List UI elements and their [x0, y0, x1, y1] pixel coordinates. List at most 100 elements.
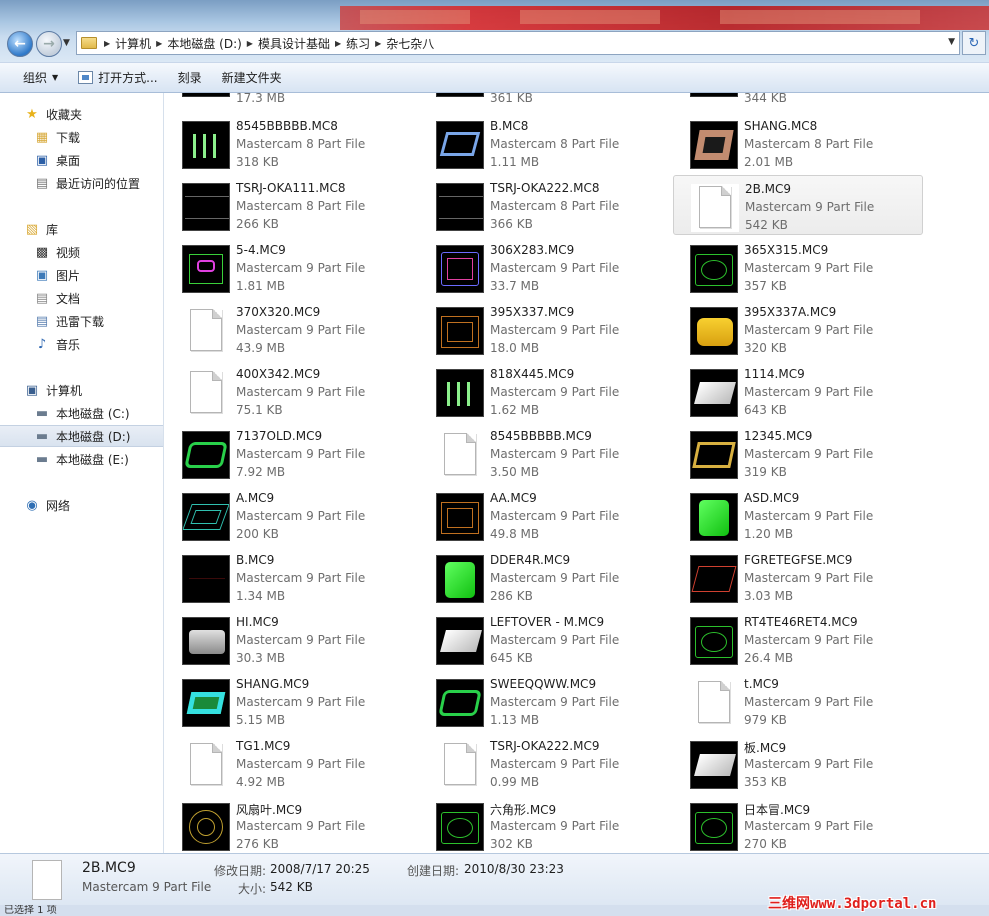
nav-drive-e[interactable]: ▬ 本地磁盘 (E:)	[0, 448, 163, 470]
nav-favorites[interactable]: ★ 收藏夹	[0, 103, 163, 125]
chevron-right-icon[interactable]: ▶	[156, 39, 162, 48]
nav-computer[interactable]: ▣ 计算机	[0, 379, 163, 401]
list-item[interactable]: 风扇叶.MC9 Mastercam 9 Part File 276 KB	[165, 795, 415, 853]
list-item[interactable]: B.MC8 Mastercam 8 Part File 1.11 MB	[419, 113, 669, 173]
breadcrumb-computer[interactable]: 计算机	[115, 35, 151, 52]
list-item[interactable]: TG1.MC9 Mastercam 9 Part File 4.92 MB	[165, 733, 415, 793]
breadcrumb-mold-design[interactable]: 模具设计基础	[258, 35, 330, 52]
list-item-partial[interactable]: 17.3 MB	[165, 93, 415, 107]
breadcrumb-drive-d[interactable]: 本地磁盘 (D:)	[167, 35, 241, 52]
list-item[interactable]: HI.MC9 Mastercam 9 Part File 30.3 MB	[165, 609, 415, 669]
open-with-button[interactable]: 打开方式...	[68, 66, 167, 90]
list-item[interactable]: A.MC9 Mastercam 9 Part File 200 KB	[165, 485, 415, 545]
chevron-down-icon: ▼	[52, 73, 59, 82]
list-item[interactable]: 818X445.MC9 Mastercam 9 Part File 1.62 MB	[419, 361, 669, 421]
list-item[interactable]: ASD.MC9 Mastercam 9 Part File 1.20 MB	[673, 485, 923, 545]
nav-thunder[interactable]: ▤ 迅雷下载	[0, 310, 163, 332]
list-item[interactable]: 板.MC9 Mastercam 9 Part File 353 KB	[673, 733, 923, 793]
file-type: Mastercam 9 Part File	[745, 200, 875, 214]
list-item[interactable]: RT4TE46RET4.MC9 Mastercam 9 Part File 26.4…	[673, 609, 923, 669]
list-item[interactable]: AA.MC9 Mastercam 9 Part File 49.8 MB	[419, 485, 669, 545]
list-item[interactable]: 370X320.MC9 Mastercam 9 Part File 43.9 MB	[165, 299, 415, 359]
file-name: SWEEQQWW.MC9	[490, 677, 597, 691]
nav-recent[interactable]: ▤ 最近访问的位置	[0, 172, 163, 194]
file-name: 395X337.MC9	[490, 305, 575, 319]
breadcrumb-practice[interactable]: 练习	[346, 35, 370, 52]
nav-videos[interactable]: ▩ 视频	[0, 241, 163, 263]
file-thumbnail	[690, 93, 738, 97]
file-size: 1.62 MB	[490, 403, 540, 417]
list-item[interactable]: 日本冒.MC9 Mastercam 9 Part File 270 KB	[673, 795, 923, 853]
address-bar[interactable]: ▶ 计算机 ▶ 本地磁盘 (D:) ▶ 模具设计基础 ▶ 练习 ▶ 杂七杂八 ▼	[76, 31, 960, 55]
file-size: 0.99 MB	[490, 775, 540, 789]
file-type: Mastercam 9 Part File	[744, 509, 874, 523]
nav-downloads[interactable]: ▦ 下载	[0, 126, 163, 148]
chevron-right-icon[interactable]: ▶	[104, 39, 110, 48]
nav-pictures[interactable]: ▣ 图片	[0, 264, 163, 286]
organize-button[interactable]: 组织 ▼	[13, 66, 68, 90]
file-thumbnail	[182, 493, 230, 541]
burn-button[interactable]: 刻录	[168, 66, 212, 90]
chevron-right-icon[interactable]: ▶	[375, 39, 381, 48]
file-type: Mastercam 8 Part File	[490, 137, 620, 151]
list-item[interactable]: 六角形.MC9 Mastercam 9 Part File 302 KB	[419, 795, 669, 853]
list-item[interactable]: 1114.MC9 Mastercam 9 Part File 643 KB	[673, 361, 923, 421]
refresh-button[interactable]: ↻	[962, 31, 986, 55]
nav-drive-d[interactable]: ▬ 本地磁盘 (D:)	[0, 425, 163, 447]
list-item[interactable]: SWEEQQWW.MC9 Mastercam 9 Part File 1.13 MB	[419, 671, 669, 731]
file-thumbnail	[182, 555, 230, 603]
back-button[interactable]: ←	[7, 31, 33, 57]
list-item[interactable]: 2B.MC9 Mastercam 9 Part File 542 KB	[673, 175, 923, 235]
list-item[interactable]: 12345.MC9 Mastercam 9 Part File 319 KB	[673, 423, 923, 483]
list-item[interactable]: SHANG.MC9 Mastercam 9 Part File 5.15 MB	[165, 671, 415, 731]
list-item[interactable]: 7137OLD.MC9 Mastercam 9 Part File 7.92 MB	[165, 423, 415, 483]
file-name: LEFTOVER - M.MC9	[490, 615, 605, 629]
list-item[interactable]: 306X283.MC9 Mastercam 9 Part File 33.7 MB	[419, 237, 669, 297]
list-item[interactable]: 8545BBBBB.MC8 Mastercam 8 Part File 318 KB	[165, 113, 415, 173]
chevron-right-icon[interactable]: ▶	[247, 39, 253, 48]
file-size: 43.9 MB	[236, 341, 286, 355]
list-item[interactable]: 400X342.MC9 Mastercam 9 Part File 75.1 KB	[165, 361, 415, 421]
star-icon: ★	[26, 106, 38, 122]
recent-pages-dropdown[interactable]: ▼	[63, 38, 70, 48]
list-item[interactable]: 5-4.MC9 Mastercam 9 Part File 1.81 MB	[165, 237, 415, 297]
file-size: 30.3 MB	[236, 651, 286, 665]
list-item[interactable]: 395X337.MC9 Mastercam 9 Part File 18.0 MB	[419, 299, 669, 359]
list-item[interactable]: B.MC9 Mastercam 9 Part File 1.34 MB	[165, 547, 415, 607]
nav-network[interactable]: ◉ 网络	[0, 494, 163, 516]
nav-drive-c[interactable]: ▬ 本地磁盘 (C:)	[0, 402, 163, 424]
list-item[interactable]: SHANG.MC8 Mastercam 8 Part File 2.01 MB	[673, 113, 923, 173]
nav-documents[interactable]: ▤ 文档	[0, 287, 163, 309]
list-item-partial[interactable]: 361 KB	[419, 93, 669, 107]
file-thumbnail	[690, 617, 738, 665]
file-type: Mastercam 9 Part File	[236, 509, 366, 523]
nav-libraries[interactable]: ▧ 库	[0, 218, 163, 240]
breadcrumb-misc[interactable]: 杂七杂八	[386, 35, 434, 52]
file-thumbnail	[690, 431, 738, 479]
list-item[interactable]: TSRJ-OKA222.MC9 Mastercam 9 Part File 0.99…	[419, 733, 669, 793]
list-item[interactable]: DDER4R.MC9 Mastercam 9 Part File 286 KB	[419, 547, 669, 607]
file-name: t.MC9	[744, 677, 779, 691]
file-size: 979 KB	[744, 713, 787, 727]
modified-label: 修改日期:	[214, 864, 267, 878]
file-thumbnail	[436, 93, 484, 97]
list-item[interactable]: FGRETEGFSE.MC9 Mastercam 9 Part File 3.03 …	[673, 547, 923, 607]
forward-button[interactable]: →	[36, 31, 62, 57]
list-item[interactable]: 365X315.MC9 Mastercam 9 Part File 357 KB	[673, 237, 923, 297]
new-folder-button[interactable]: 新建文件夹	[212, 66, 292, 90]
list-item[interactable]: LEFTOVER - M.MC9 Mastercam 9 Part File 645…	[419, 609, 669, 669]
list-item[interactable]: TSRJ-OKA222.MC8 Mastercam 8 Part File 366 …	[419, 175, 669, 235]
file-name: TG1.MC9	[236, 739, 291, 753]
chevron-right-icon[interactable]: ▶	[335, 39, 341, 48]
nav-music[interactable]: ♪ 音乐	[0, 333, 163, 355]
list-item-partial[interactable]: 344 KB	[673, 93, 923, 107]
file-name: 板.MC9	[744, 741, 787, 755]
list-item[interactable]: 8545BBBBB.MC9 Mastercam 9 Part File 3.50 M…	[419, 423, 669, 483]
list-item[interactable]: TSRJ-OKA111.MC8 Mastercam 8 Part File 266 …	[165, 175, 415, 235]
file-size: 366 KB	[490, 217, 533, 231]
nav-desktop[interactable]: ▣ 桌面	[0, 149, 163, 171]
file-name: 5-4.MC9	[236, 243, 286, 257]
address-dropdown-icon[interactable]: ▼	[948, 37, 955, 47]
list-item[interactable]: t.MC9 Mastercam 9 Part File 979 KB	[673, 671, 923, 731]
list-item[interactable]: 395X337A.MC9 Mastercam 9 Part File 320 KB	[673, 299, 923, 359]
